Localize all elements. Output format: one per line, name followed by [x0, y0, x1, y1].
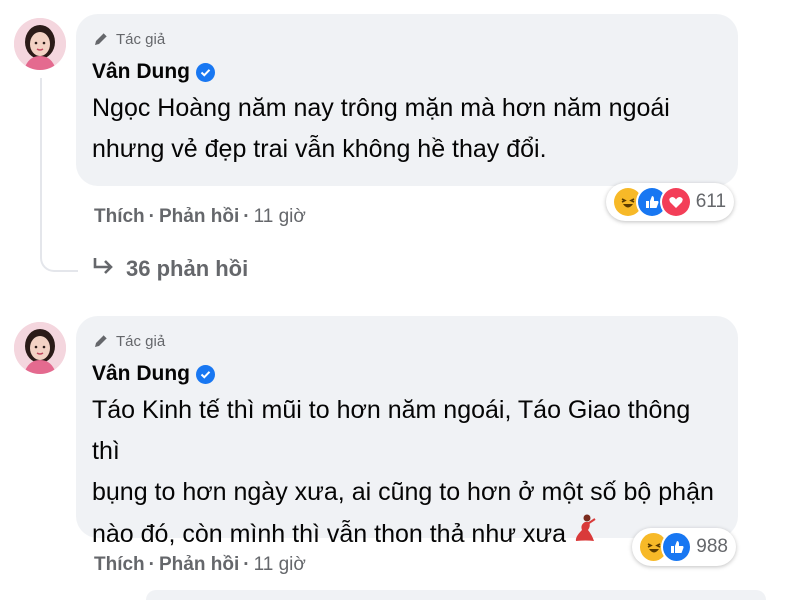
thread-connector	[40, 240, 78, 272]
comment-line-last: nào đó, còn mình thì vẫn thon thả như xư…	[92, 513, 720, 556]
pencil-icon	[92, 30, 110, 48]
comment-line: Táo Kinh tế thì mũi to hơn năm ngoái, Tá…	[92, 396, 691, 465]
author-name[interactable]: Vân Dung	[92, 60, 190, 84]
love-icon	[659, 186, 692, 218]
reaction-summary[interactable]: 611	[606, 183, 734, 221]
reaction-count: 988	[696, 536, 728, 557]
comment-line: nào đó, còn mình thì vẫn thon thả như xư…	[92, 520, 567, 548]
like-button[interactable]: Thích	[94, 554, 145, 576]
comment-time[interactable]: 11 giờ	[254, 554, 306, 576]
verified-badge-icon	[196, 62, 215, 82]
verified-badge-icon	[196, 364, 215, 384]
dancer-emoji-icon	[572, 513, 598, 556]
comment-bubble: Tác giả Vân Dung Ngọc Hoàng năm nay trôn…	[76, 14, 738, 186]
comment-line: nhưng vẻ đẹp trai vẫn không hề thay đổi.	[92, 135, 547, 163]
separator: ·	[148, 554, 155, 575]
separator: ·	[148, 206, 155, 227]
like-button[interactable]: Thích	[94, 206, 145, 228]
pencil-icon	[92, 332, 110, 350]
separator: ·	[243, 206, 250, 227]
author-badge: Tác giả	[92, 28, 720, 50]
replies-count-label: 36 phản hồi	[126, 256, 249, 281]
separator: ·	[243, 554, 250, 575]
view-replies-link[interactable]: 36 phản hồi	[92, 256, 248, 282]
author-avatar[interactable]	[14, 18, 66, 70]
thread-line	[40, 78, 42, 246]
comment-actions: Thích · Phản hồi · 11 giờ	[94, 206, 306, 228]
comment-line: Ngọc Hoàng năm nay trông mặn mà hơn năm …	[92, 94, 670, 122]
author-badge: Tác giả	[92, 330, 720, 352]
comment-text: Táo Kinh tế thì mũi to hơn năm ngoái, Tá…	[92, 390, 720, 556]
reply-button[interactable]: Phản hồi	[159, 554, 239, 576]
next-reply-bubble	[146, 590, 766, 600]
reaction-summary[interactable]: 988	[632, 528, 736, 566]
reply-arrow-icon	[92, 256, 116, 282]
like-icon	[661, 531, 693, 563]
reply-button[interactable]: Phản hồi	[159, 206, 239, 228]
comment-bubble: Tác giả Vân Dung Táo Kinh tế thì mũi to …	[76, 316, 738, 548]
author-badge-label: Tác giả	[116, 332, 166, 350]
author-avatar[interactable]	[14, 322, 66, 374]
comment-actions: Thích · Phản hồi · 11 giờ	[94, 554, 306, 576]
comment-line: bụng to hơn ngày xưa, ai cũng to hơn ở m…	[92, 478, 714, 506]
author-badge-label: Tác giả	[116, 30, 166, 48]
author-name[interactable]: Vân Dung	[92, 362, 190, 386]
comment-text: Ngọc Hoàng năm nay trông mặn mà hơn năm …	[92, 88, 720, 170]
comment-time[interactable]: 11 giờ	[254, 206, 306, 228]
reaction-count: 611	[695, 191, 727, 212]
